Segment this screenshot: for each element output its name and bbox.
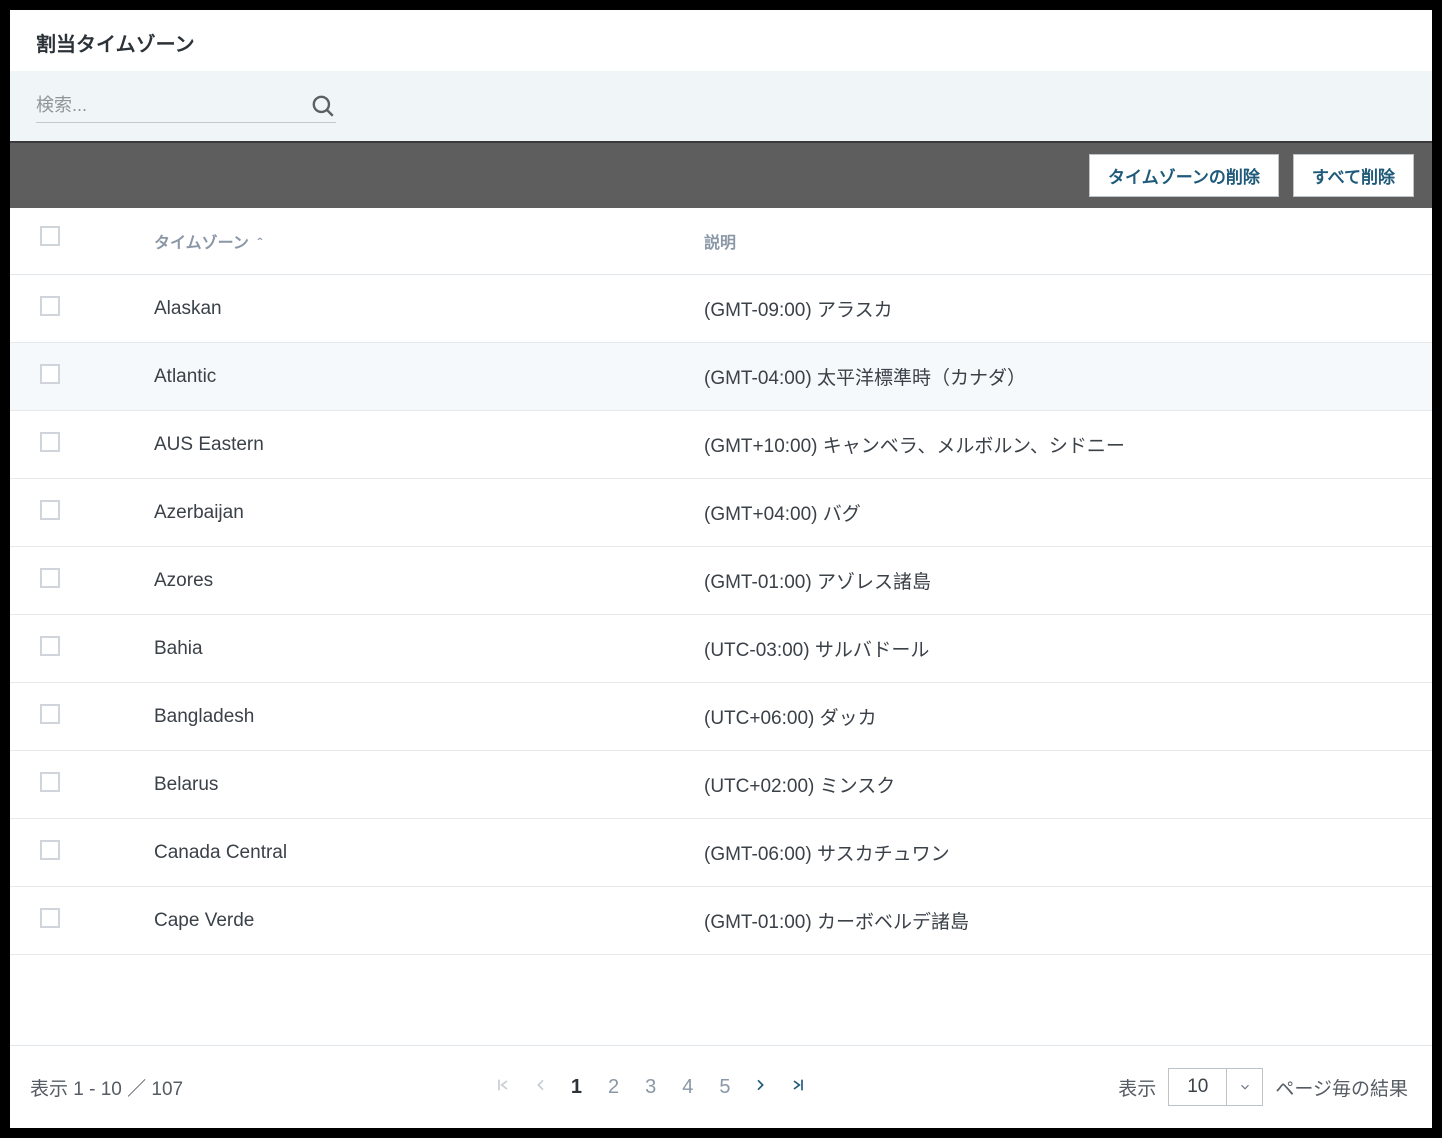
row-name: Canada Central: [130, 822, 680, 884]
row-checkbox[interactable]: [40, 364, 60, 384]
select-all-cell: [10, 208, 130, 274]
row-name: Atlantic: [130, 346, 680, 408]
timezone-table: タイムゾーン ˆ 説明 Alaskan(GMT-09:00) アラスカAtlan…: [10, 208, 1432, 1045]
table-header: タイムゾーン ˆ 説明: [10, 208, 1432, 275]
sort-asc-icon: ˆ: [257, 235, 262, 251]
row-checkbox[interactable]: [40, 636, 60, 656]
column-header-desc[interactable]: 説明: [680, 208, 1432, 274]
row-check-cell: [10, 686, 130, 748]
row-name: Azerbaijan: [130, 482, 680, 544]
table-row[interactable]: Canada Central(GMT-06:00) サスカチュワン: [10, 819, 1432, 887]
select-all-checkbox[interactable]: [40, 226, 60, 246]
search-icon[interactable]: [310, 93, 336, 119]
row-check-cell: [10, 754, 130, 816]
row-checkbox[interactable]: [40, 908, 60, 928]
table-row[interactable]: Atlantic(GMT-04:00) 太平洋標準時（カナダ）: [10, 343, 1432, 411]
per-page-value: 10: [1169, 1069, 1226, 1105]
search-input[interactable]: [36, 89, 310, 122]
row-desc: (GMT+10:00) キャンベラ、メルボルン、シドニー: [680, 411, 1432, 478]
row-name: Cape Verde: [130, 890, 680, 952]
row-name: Bahia: [130, 618, 680, 680]
pager-page-5[interactable]: 5: [719, 1076, 730, 1099]
chevron-down-icon: [1226, 1069, 1262, 1105]
pager-next-button[interactable]: [752, 1076, 768, 1099]
pager-first-button[interactable]: [495, 1076, 511, 1099]
delete-timezone-button[interactable]: タイムゾーンの削除: [1089, 154, 1279, 197]
row-check-cell: [10, 822, 130, 884]
pager-page-2[interactable]: 2: [608, 1076, 619, 1099]
pager-page-3[interactable]: 3: [645, 1076, 656, 1099]
row-check-cell: [10, 482, 130, 544]
row-desc: (UTC+02:00) ミンスク: [680, 751, 1432, 818]
per-page-suffix: ページ毎の結果: [1275, 1074, 1408, 1101]
per-page-select[interactable]: 10: [1168, 1068, 1263, 1106]
per-page-prefix: 表示: [1118, 1074, 1156, 1101]
row-checkbox[interactable]: [40, 840, 60, 860]
timezone-assignment-dialog: 割当タイムゾーン タイムゾーンの削除 すべて削除 タイムゾーン ˆ 説明: [10, 10, 1432, 1128]
row-name: Alaskan: [130, 278, 680, 340]
row-desc: (UTC-03:00) サルバドール: [680, 615, 1432, 682]
table-spacer: [10, 955, 1432, 1015]
page-title: 割当タイムゾーン: [10, 10, 1432, 71]
table-row[interactable]: Alaskan(GMT-09:00) アラスカ: [10, 275, 1432, 343]
search-bar: [10, 71, 1432, 141]
pager-prev-button[interactable]: [533, 1076, 549, 1099]
table-row[interactable]: Belarus(UTC+02:00) ミンスク: [10, 751, 1432, 819]
row-desc: (GMT+04:00) バグ: [680, 479, 1432, 546]
row-name: Azores: [130, 550, 680, 612]
table-row[interactable]: Azores(GMT-01:00) アゾレス諸島: [10, 547, 1432, 615]
row-checkbox[interactable]: [40, 432, 60, 452]
table-row[interactable]: Cape Verde(GMT-01:00) カーボベルデ諸島: [10, 887, 1432, 955]
row-name: Belarus: [130, 754, 680, 816]
row-name: Bangladesh: [130, 686, 680, 748]
column-header-name-label: タイムゾーン: [154, 235, 249, 252]
table-row[interactable]: AUS Eastern(GMT+10:00) キャンベラ、メルボルン、シドニー: [10, 411, 1432, 479]
row-desc: (GMT-01:00) アゾレス諸島: [680, 547, 1432, 614]
row-desc: (GMT-04:00) 太平洋標準時（カナダ）: [680, 343, 1432, 410]
row-desc: (GMT-01:00) カーボベルデ諸島: [680, 887, 1432, 954]
row-desc: (GMT-09:00) アラスカ: [680, 275, 1432, 342]
action-bar: タイムゾーンの削除 すべて削除: [10, 141, 1432, 208]
pager-page-1[interactable]: 1: [571, 1076, 582, 1099]
row-checkbox[interactable]: [40, 704, 60, 724]
result-range: 表示 1 - 10 ／ 107: [24, 1074, 183, 1101]
row-checkbox[interactable]: [40, 500, 60, 520]
row-checkbox[interactable]: [40, 568, 60, 588]
search-field[interactable]: [36, 89, 336, 123]
table-row[interactable]: Azerbaijan(GMT+04:00) バグ: [10, 479, 1432, 547]
table-footer: 表示 1 - 10 ／ 107 1 2 3 4 5 表示 10: [10, 1045, 1432, 1128]
table-row[interactable]: Bangladesh(UTC+06:00) ダッカ: [10, 683, 1432, 751]
pager-page-4[interactable]: 4: [682, 1076, 693, 1099]
row-checkbox[interactable]: [40, 772, 60, 792]
row-check-cell: [10, 618, 130, 680]
pager-last-button[interactable]: [790, 1076, 806, 1099]
row-check-cell: [10, 890, 130, 952]
row-name: AUS Eastern: [130, 414, 680, 476]
row-check-cell: [10, 278, 130, 340]
delete-all-button[interactable]: すべて削除: [1293, 154, 1414, 197]
row-desc: (GMT-06:00) サスカチュワン: [680, 819, 1432, 886]
row-check-cell: [10, 414, 130, 476]
row-desc: (UTC+06:00) ダッカ: [680, 683, 1432, 750]
table-body: Alaskan(GMT-09:00) アラスカAtlantic(GMT-04:0…: [10, 275, 1432, 955]
row-check-cell: [10, 550, 130, 612]
per-page-control: 表示 10 ページ毎の結果: [1118, 1068, 1418, 1106]
table-row[interactable]: Bahia(UTC-03:00) サルバドール: [10, 615, 1432, 683]
row-check-cell: [10, 346, 130, 408]
column-header-name[interactable]: タイムゾーン ˆ: [130, 208, 680, 274]
pager: 1 2 3 4 5: [183, 1076, 1118, 1099]
row-checkbox[interactable]: [40, 296, 60, 316]
